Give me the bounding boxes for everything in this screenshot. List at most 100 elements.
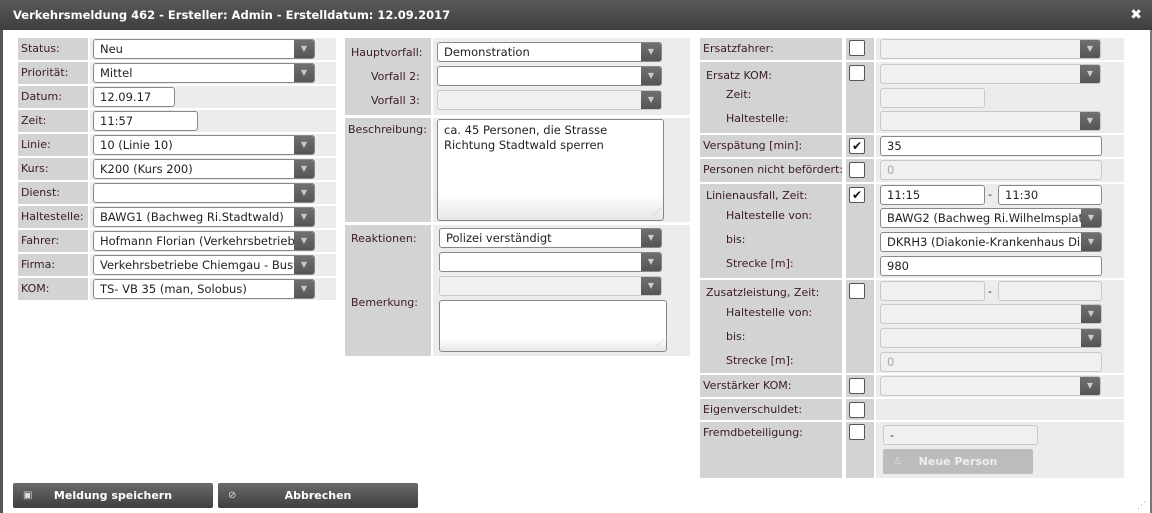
fremdbeteiligung-checkbox[interactable] [849, 424, 865, 440]
chevron-down-icon: ▼ [1081, 233, 1101, 251]
chevron-down-icon: ▼ [294, 184, 314, 202]
chevron-down-icon: ▼ [641, 229, 661, 247]
haltestelle-select-value: BAWG1 (Bachweg Ri.Stadtwald) [100, 210, 284, 224]
new-person-button[interactable]: ♙ Neue Person [883, 449, 1033, 474]
linienausfall-bis-label: bis: [726, 233, 746, 246]
verspaetung-input[interactable]: 35 [880, 136, 1102, 156]
linienausfall-bis-select[interactable]: DKRH3 (Diakonie-Krankenhaus Diako ▼ [880, 232, 1102, 252]
prioritaet-select-value: Mittel [100, 66, 133, 80]
zeit-input[interactable]: 11:57 [93, 111, 198, 131]
vorfall2-select[interactable]: ▼ [437, 66, 662, 86]
close-icon[interactable]: ✖ [1130, 0, 1142, 30]
dienst-select[interactable]: ▼ [93, 183, 315, 203]
ersatz-kom-zeit-label: Zeit: [726, 88, 752, 101]
verstaerker-select[interactable]: ▼ [880, 376, 1101, 396]
kom-select-value: TS- VB 35 (man, Solobus) [100, 282, 247, 296]
zusatzleistung-from-input[interactable] [880, 281, 985, 301]
verspaetung-checkbox[interactable]: ✔ [849, 138, 865, 154]
chevron-down-icon: ▼ [641, 43, 661, 61]
chevron-down-icon: ▼ [294, 64, 314, 82]
chevron-down-icon: ▼ [294, 280, 314, 298]
linienausfall-hs-von-label: Haltestelle von: [726, 209, 813, 222]
zusatzleistung-strecke-input[interactable]: 0 [880, 352, 1102, 372]
status-select[interactable]: Neu ▼ [93, 39, 315, 59]
hauptvorfall-label: Hauptvorfall: [351, 46, 423, 59]
kurs-select[interactable]: K200 (Kurs 200) ▼ [93, 159, 315, 179]
zusatzleistung-checkbox[interactable] [849, 283, 865, 299]
reaktion3-select[interactable]: ▼ [439, 276, 662, 296]
chevron-down-icon: ▼ [1080, 65, 1100, 83]
zusatzleistung-to-input[interactable] [998, 281, 1102, 301]
hauptvorfall-select[interactable]: Demonstration ▼ [437, 42, 662, 62]
ersatz-kom-zeit-input[interactable] [880, 88, 985, 108]
ersatzfahrer-checkbox[interactable] [849, 40, 865, 56]
linienausfall-strecke-label: Strecke [m]: [726, 257, 794, 270]
linienausfall-hs-von-select[interactable]: BAWG2 (Bachweg Ri.Wilhelmsplatz) ▼ [880, 208, 1102, 228]
chevron-down-icon: ▼ [294, 232, 314, 250]
ersatzfahrer-select[interactable]: ▼ [880, 39, 1101, 59]
bemerkung-label: Bemerkung: [351, 296, 418, 309]
ersatz-kom-label: Ersatz KOM: [706, 69, 772, 82]
chevron-down-icon: ▼ [641, 67, 661, 85]
checkmark-icon: ✔ [851, 188, 863, 202]
resize-grip-icon[interactable]: ⋰ [1137, 501, 1146, 511]
zeit-label: Zeit: [21, 114, 47, 127]
chevron-down-icon: ▼ [1081, 209, 1101, 227]
zusatzleistung-label: Zusatzleistung, Zeit: [706, 286, 820, 299]
cancel-button[interactable]: ⊘ Abbrechen [218, 483, 418, 508]
kurs-label: Kurs: [21, 162, 49, 175]
linienausfall-checkbox[interactable]: ✔ [849, 187, 865, 203]
save-icon: ▣ [23, 490, 33, 501]
ersatz-kom-select[interactable]: ▼ [880, 64, 1101, 84]
kom-select[interactable]: TS- VB 35 (man, Solobus) ▼ [93, 279, 315, 299]
kurs-select-value: K200 (Kurs 200) [100, 162, 193, 176]
chevron-down-icon: ▼ [294, 136, 314, 154]
linienausfall-to-input[interactable]: 11:30 [998, 185, 1102, 205]
personen-label: Personen nicht befördert: [703, 163, 844, 176]
resize-grip-icon[interactable]: ⋰ [653, 204, 661, 219]
chevron-down-icon: ▼ [294, 160, 314, 178]
chevron-down-icon: ▼ [1081, 329, 1101, 347]
chevron-down-icon: ▼ [294, 256, 314, 274]
personen-checkbox[interactable] [849, 162, 865, 178]
chevron-down-icon: ▼ [641, 253, 661, 271]
fremdbeteiligung-input[interactable]: - [883, 425, 1038, 445]
dienst-label: Dienst: [21, 186, 61, 199]
linienausfall-strecke-input[interactable]: 980 [880, 256, 1102, 276]
ersatz-kom-haltestelle-select[interactable]: ▼ [880, 111, 1101, 131]
chevron-down-icon: ▼ [294, 208, 314, 226]
zusatzleistung-hs-von-select[interactable]: ▼ [880, 304, 1102, 324]
verstaerker-checkbox[interactable] [849, 378, 865, 394]
zusatzleistung-bis-select[interactable]: ▼ [880, 328, 1102, 348]
vorfall3-select[interactable]: ▼ [437, 90, 662, 110]
firma-select[interactable]: Verkehrsbetriebe Chiemgau - Buswege ▼ [93, 255, 315, 275]
kom-label: KOM: [21, 282, 50, 295]
bemerkung-textarea[interactable]: ⋰ [439, 300, 667, 352]
save-label: Meldung speichern [53, 489, 173, 502]
firma-label: Firma: [21, 258, 56, 271]
zusatzleistung-hs-von-label: Haltestelle von: [726, 306, 813, 319]
verspaetung-label: Verspätung [min]: [703, 139, 803, 152]
input-cell [876, 399, 1124, 420]
hauptvorfall-value: Demonstration [444, 45, 530, 59]
separator: - [988, 188, 992, 201]
eigenverschuldet-checkbox[interactable] [849, 402, 865, 418]
linienausfall-from-input[interactable]: 11:15 [880, 185, 985, 205]
fahrer-select[interactable]: Hofmann Florian (Verkehrsbetriebe C ▼ [93, 231, 315, 251]
status-select-value: Neu [100, 42, 123, 56]
reaktion2-select[interactable]: ▼ [439, 252, 662, 272]
resize-grip-icon[interactable]: ⋰ [656, 335, 664, 350]
linie-select[interactable]: 10 (Linie 10) ▼ [93, 135, 315, 155]
ersatz-kom-checkbox[interactable] [849, 65, 865, 81]
personen-input[interactable]: 0 [880, 160, 1102, 180]
person-icon: ♙ [893, 456, 902, 467]
ersatz-kom-haltestelle-label: Haltestelle: [726, 112, 789, 125]
beschreibung-textarea[interactable]: ca. 45 Personen, die Strasse Richtung St… [437, 119, 664, 221]
separator: - [988, 285, 992, 298]
reaktion1-select[interactable]: Polizei verständigt ▼ [439, 228, 662, 248]
haltestelle-select[interactable]: BAWG1 (Bachweg Ri.Stadtwald) ▼ [93, 207, 315, 227]
chevron-down-icon: ▼ [1080, 377, 1100, 395]
prioritaet-select[interactable]: Mittel ▼ [93, 63, 315, 83]
save-button[interactable]: ▣ Meldung speichern [13, 483, 213, 508]
datum-input[interactable]: 12.09.17 [93, 87, 175, 107]
